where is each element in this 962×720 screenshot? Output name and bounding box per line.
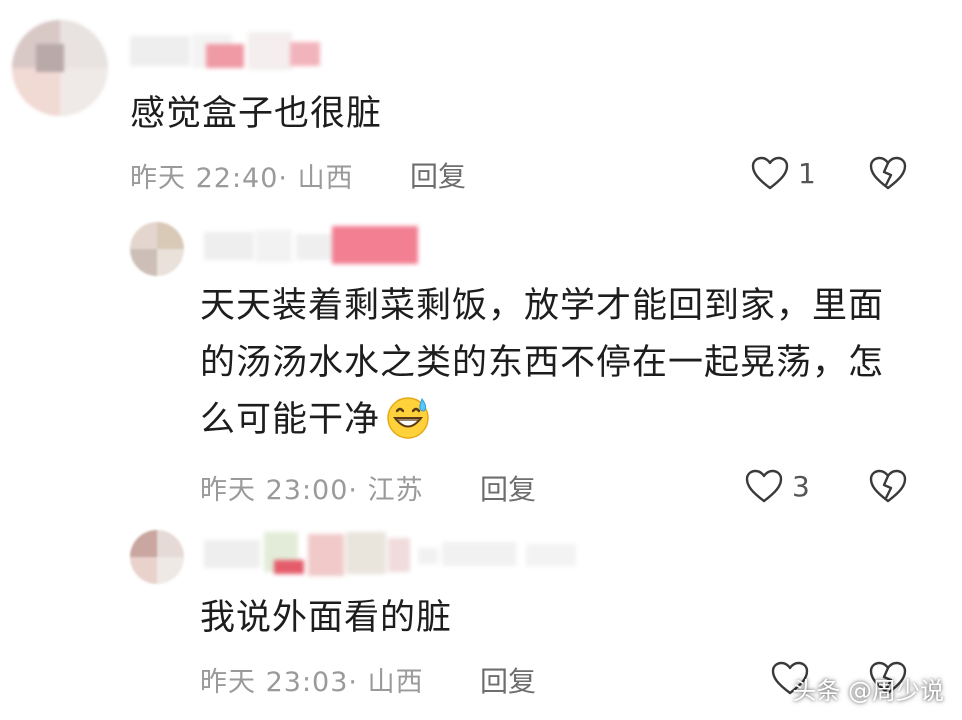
- comment-time: 昨天 23:00: [200, 475, 349, 506]
- comment-meta: 昨天 22:40· 山西: [130, 156, 354, 195]
- avatar[interactable]: [130, 222, 184, 276]
- comment-text: 感觉盒子也很脏: [130, 94, 383, 134]
- broken-heart-icon[interactable]: [868, 468, 908, 504]
- meta-separator: ·: [348, 475, 358, 506]
- comment-location: 江苏: [367, 475, 424, 506]
- comment-text: 我说外面看的脏: [200, 598, 453, 638]
- reply-button[interactable]: 回复: [480, 468, 536, 508]
- heart-outline-icon: [750, 155, 790, 191]
- grinning-sweat-emoji: [384, 393, 432, 441]
- comment-line: 天天装着剩菜剩饭，放学才能回到家，里面: [200, 286, 885, 326]
- like-button[interactable]: 1: [750, 155, 816, 191]
- comment-location: 山西: [367, 667, 424, 698]
- reply-button[interactable]: 回复: [480, 660, 536, 700]
- username-redacted[interactable]: [204, 530, 584, 580]
- watermark: 头条 @周少说: [792, 677, 944, 705]
- meta-separator: ·: [348, 667, 358, 698]
- comment-meta: 昨天 23:00· 江苏: [200, 468, 424, 507]
- reply-button[interactable]: 回复: [410, 155, 466, 195]
- comment-line: 么可能干净: [200, 392, 884, 449]
- comment-location: 山西: [297, 163, 354, 194]
- comment-text: 天天装着剩菜剩饭，放学才能回到家，里面 的汤汤水水之类的东西不停在一起晃荡，怎 …: [200, 278, 884, 449]
- username-redacted[interactable]: [130, 30, 340, 74]
- comment-time: 昨天 23:03: [200, 667, 349, 698]
- like-count: 3: [792, 469, 810, 503]
- like-button[interactable]: 3: [744, 468, 810, 504]
- like-count: 1: [798, 156, 816, 190]
- broken-heart-icon[interactable]: [868, 155, 908, 191]
- avatar[interactable]: [130, 530, 184, 584]
- heart-outline-icon: [744, 468, 784, 504]
- comment-meta: 昨天 23:03· 山西: [200, 660, 424, 699]
- comment-line: 的汤汤水水之类的东西不停在一起晃荡，怎: [200, 343, 885, 383]
- comment-time: 昨天 22:40: [130, 163, 279, 194]
- avatar[interactable]: [12, 20, 108, 116]
- meta-separator: ·: [278, 163, 288, 194]
- username-redacted[interactable]: [204, 224, 424, 268]
